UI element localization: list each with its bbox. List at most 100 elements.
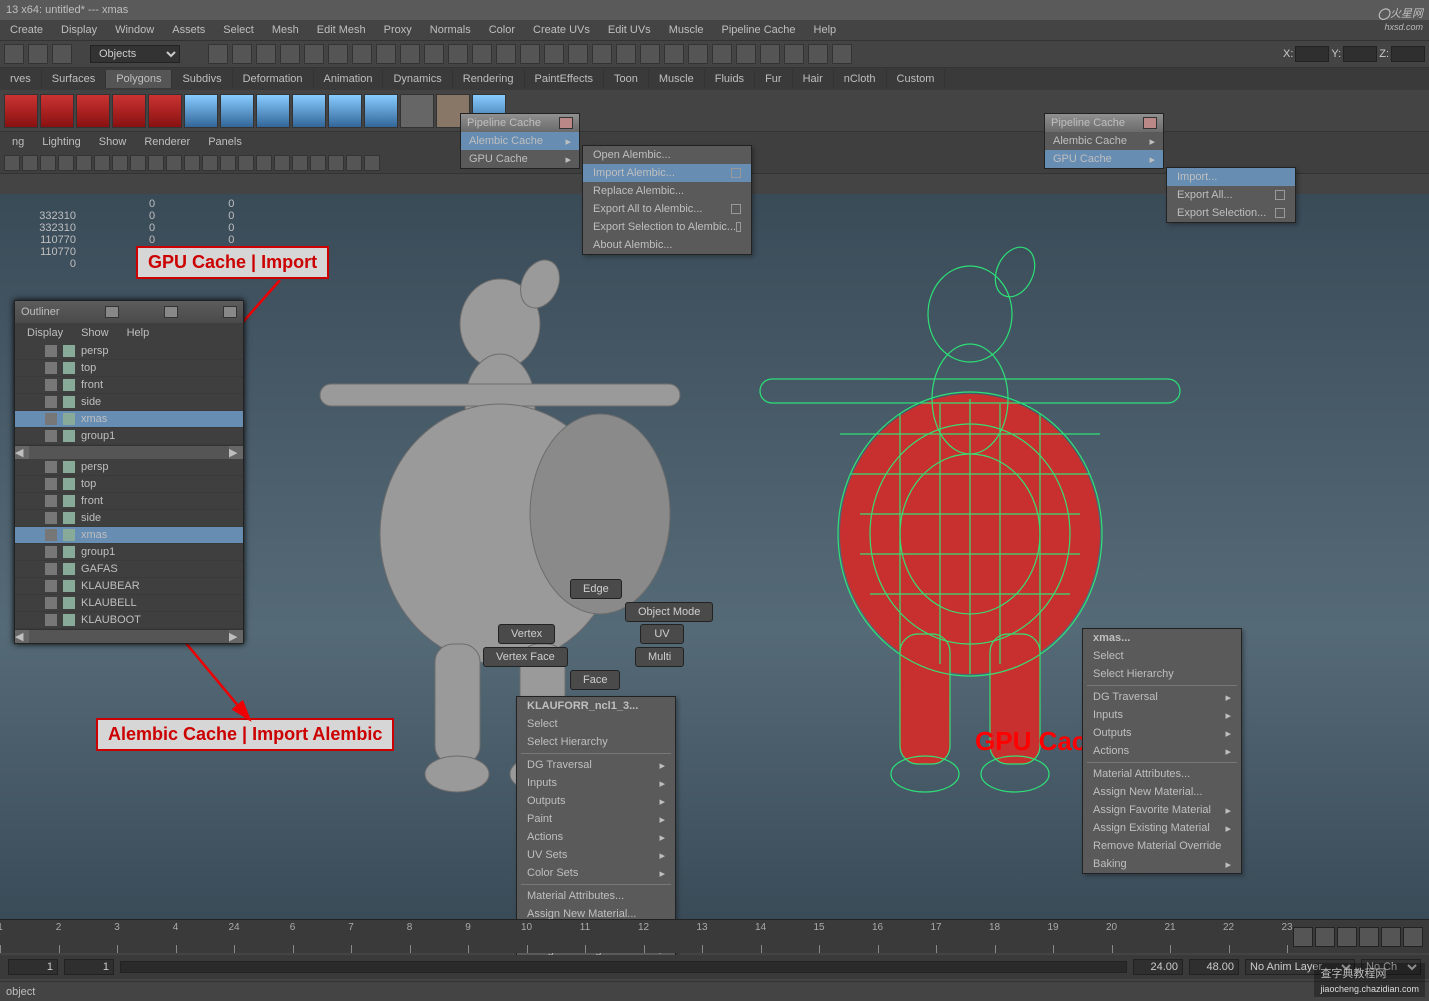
close-icon[interactable] [1143, 117, 1157, 129]
forward-end-icon[interactable] [1403, 927, 1423, 947]
shelf-icon[interactable] [184, 94, 218, 128]
tool-icon[interactable] [712, 44, 732, 64]
shelf-icon[interactable] [328, 94, 362, 128]
submenu-import-alembic[interactable]: Import Alembic... [583, 164, 751, 182]
menu-help[interactable]: Help [806, 22, 845, 38]
context-menu-item[interactable]: UV Sets▸ [517, 846, 675, 864]
shelf-icon[interactable] [76, 94, 110, 128]
step-forward-icon[interactable] [1381, 927, 1401, 947]
submenu-gpu-export-all[interactable]: Export All... [1167, 186, 1295, 204]
context-menu-item[interactable]: Select Hierarchy [517, 733, 675, 751]
context-menu-item[interactable]: Remove Material Override [1083, 837, 1241, 855]
vp-menu-panels[interactable]: Panels [200, 134, 250, 150]
menu-proxy[interactable]: Proxy [376, 22, 420, 38]
shelf-icon[interactable] [256, 94, 290, 128]
tool-icon[interactable] [784, 44, 804, 64]
context-menu-item[interactable]: Paint▸ [517, 810, 675, 828]
outliner-item[interactable]: top [15, 360, 243, 377]
save-scene-icon[interactable] [52, 44, 72, 64]
outliner-menu-help[interactable]: Help [119, 325, 158, 341]
tool-icon[interactable] [592, 44, 612, 64]
context-menu-item[interactable]: Inputs▸ [1083, 706, 1241, 724]
edge-button[interactable]: Edge [570, 579, 622, 599]
tool-icon[interactable] [664, 44, 684, 64]
submenu-about-alembic[interactable]: About Alembic... [583, 236, 751, 254]
uv-button[interactable]: UV [640, 624, 684, 644]
menu-editmesh[interactable]: Edit Mesh [309, 22, 374, 38]
tool-icon[interactable] [808, 44, 828, 64]
outliner-item[interactable]: xmas [15, 527, 243, 544]
context-menu-item[interactable]: Select Hierarchy [1083, 665, 1241, 683]
vp-menu-lighting[interactable]: Lighting [34, 134, 89, 150]
tool-icon[interactable] [616, 44, 636, 64]
tool-icon[interactable] [544, 44, 564, 64]
tool-icon[interactable] [520, 44, 540, 64]
object-mode-button[interactable]: Object Mode [625, 602, 713, 622]
y-field[interactable] [1343, 46, 1377, 62]
pipeline-cache-title[interactable]: Pipeline Cache [1045, 114, 1163, 132]
pipe-item-gpu[interactable]: GPU Cache▸ [461, 150, 579, 168]
vp-tool-icon[interactable] [112, 155, 128, 171]
context-menu-item[interactable]: Select [1083, 647, 1241, 665]
shelf-tab[interactable]: Hair [793, 70, 834, 88]
vp-menu-renderer[interactable]: Renderer [136, 134, 198, 150]
shelf-tab[interactable]: PaintEffects [525, 70, 605, 88]
tool-icon[interactable] [736, 44, 756, 64]
tool-icon[interactable] [472, 44, 492, 64]
context-menu-item[interactable]: Material Attributes... [517, 887, 675, 905]
vp-tool-icon[interactable] [202, 155, 218, 171]
menu-create[interactable]: Create [2, 22, 51, 38]
tool-icon[interactable] [280, 44, 300, 64]
shelf-tab[interactable]: Subdivs [172, 70, 232, 88]
vp-tool-icon[interactable] [22, 155, 38, 171]
outliner-titlebar[interactable]: Outliner [15, 301, 243, 323]
submenu-replace-alembic[interactable]: Replace Alembic... [583, 182, 751, 200]
vp-menu[interactable]: ng [4, 134, 32, 150]
outliner-list-bottom[interactable]: persptopfrontsidexmasgroup1GAFASKLAUBEAR… [15, 459, 243, 629]
menu-normals[interactable]: Normals [422, 22, 479, 38]
context-menu-item[interactable]: Select [517, 715, 675, 733]
tool-icon[interactable] [232, 44, 252, 64]
shelf-tab[interactable]: Deformation [233, 70, 314, 88]
tool-icon[interactable] [328, 44, 348, 64]
range-end-field[interactable] [1189, 959, 1239, 975]
outliner-list-top[interactable]: persptopfrontsidexmasgroup1 [15, 343, 243, 445]
tool-icon[interactable] [760, 44, 780, 64]
context-menu-item[interactable]: Baking▸ [1083, 855, 1241, 873]
submenu-gpu-import[interactable]: Import... [1167, 168, 1295, 186]
shelf-icon[interactable] [220, 94, 254, 128]
shelf-tab[interactable]: Fluids [705, 70, 755, 88]
shelf-tab[interactable]: Animation [314, 70, 384, 88]
pipe-item-alembic[interactable]: Alembic Cache▸ [1045, 132, 1163, 150]
vertex-button[interactable]: Vertex [498, 624, 555, 644]
gpu-submenu[interactable]: Import... Export All... Export Selection… [1166, 167, 1296, 223]
outliner-item[interactable]: group1 [15, 544, 243, 561]
tool-icon[interactable] [688, 44, 708, 64]
menu-color[interactable]: Color [481, 22, 523, 38]
outliner-item[interactable]: KLAUBEAR [15, 578, 243, 595]
tool-icon[interactable] [496, 44, 516, 64]
outliner-item[interactable]: GAFAS [15, 561, 243, 578]
outliner-menu-show[interactable]: Show [73, 325, 117, 341]
context-menu-item[interactable]: Assign New Material... [1083, 783, 1241, 801]
vp-tool-icon[interactable] [4, 155, 20, 171]
outliner-item[interactable]: top [15, 476, 243, 493]
menu-select[interactable]: Select [215, 22, 262, 38]
shelf-icon[interactable] [364, 94, 398, 128]
context-menu-item[interactable]: DG Traversal▸ [517, 756, 675, 774]
submenu-export-selection[interactable]: Export Selection to Alembic... [583, 218, 751, 236]
timeline-ticks[interactable]: 12342467891011121314151617181920212223 [0, 920, 1287, 953]
context-menu-item[interactable]: Outputs▸ [1083, 724, 1241, 742]
new-scene-icon[interactable] [4, 44, 24, 64]
vp-menu-show[interactable]: Show [91, 134, 135, 150]
context-menu-item[interactable]: Assign Favorite Material▸ [1083, 801, 1241, 819]
maximize-icon[interactable] [164, 306, 178, 318]
rewind-start-icon[interactable] [1293, 927, 1313, 947]
shelf-tab[interactable]: Surfaces [42, 70, 106, 88]
tool-icon[interactable] [208, 44, 228, 64]
pipeline-cache-panel-right[interactable]: Pipeline Cache Alembic Cache▸ GPU Cache▸ [1044, 113, 1164, 169]
tool-icon[interactable] [376, 44, 396, 64]
shelf-icon[interactable] [4, 94, 38, 128]
menu-edituvs[interactable]: Edit UVs [600, 22, 659, 38]
current-time-field[interactable] [1133, 959, 1183, 975]
